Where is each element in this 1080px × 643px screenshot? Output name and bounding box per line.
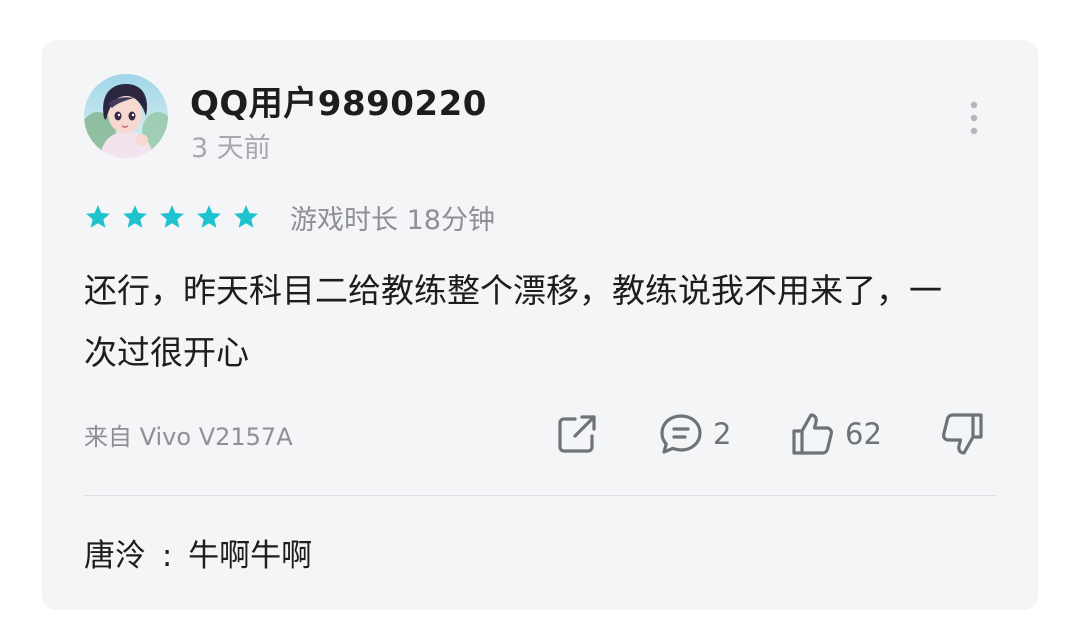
more-vertical-icon <box>970 101 978 135</box>
post-time: 3 天前 <box>191 133 271 164</box>
reply-separator: : <box>161 538 173 574</box>
divider <box>84 495 996 496</box>
star-icon <box>197 205 221 228</box>
thumbs-up-icon <box>792 413 833 455</box>
star-rating <box>84 203 260 231</box>
star-icon <box>160 205 184 228</box>
dislike-button[interactable] <box>938 409 988 459</box>
comment-icon <box>660 414 702 454</box>
comment-action: 2 <box>657 408 731 460</box>
like-count: 62 <box>845 417 882 451</box>
star-icon <box>234 205 258 228</box>
dislike-action <box>938 408 988 460</box>
rating-row: 游戏时长 18分钟 <box>84 197 495 237</box>
playtime: 游戏时长 18分钟 <box>290 204 495 236</box>
like-button[interactable]: 62 <box>787 409 882 459</box>
comment-button[interactable]: 2 <box>657 410 731 458</box>
star-icon <box>86 205 110 228</box>
like-action: 62 <box>787 408 882 460</box>
reply-author[interactable]: 唐泠 <box>84 538 146 574</box>
thumbs-down-icon <box>942 413 983 455</box>
device-info: 来自 Vivo V2157A <box>84 423 293 451</box>
review-card: QQ用户9890220 3 天前 游戏时长 18分钟 还行，昨天科目二给教练整个… <box>42 40 1038 610</box>
username[interactable]: QQ用户9890220 <box>190 76 487 125</box>
more-options-button[interactable] <box>962 98 986 138</box>
star-icon <box>123 205 147 228</box>
share-icon <box>558 415 596 453</box>
review-text: 还行，昨天科目二给教练整个漂移，教练说我不用来了，一次过很开心 <box>84 271 942 372</box>
reply-text: 牛啊牛啊 <box>188 538 313 574</box>
avatar[interactable] <box>84 74 168 158</box>
comment-count: 2 <box>713 417 732 451</box>
avatar-image <box>84 74 168 158</box>
share-button[interactable] <box>553 410 601 458</box>
share-action <box>553 408 601 460</box>
reply-item[interactable]: 唐泠 : 牛啊牛啊 <box>84 530 312 575</box>
